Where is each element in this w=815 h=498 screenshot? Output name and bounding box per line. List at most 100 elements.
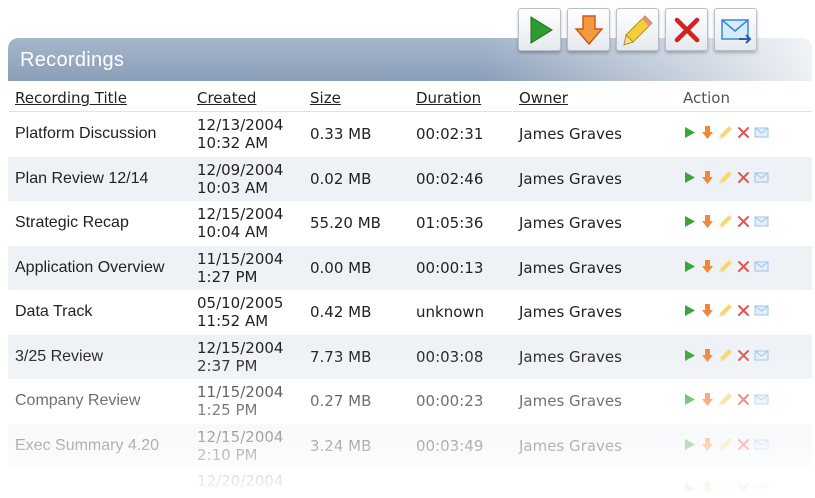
action-toolbar bbox=[518, 8, 757, 56]
recording-owner: James Graves bbox=[519, 347, 622, 366]
delete-x-icon bbox=[674, 17, 699, 42]
delete-x-icon[interactable] bbox=[736, 214, 751, 229]
play-button[interactable] bbox=[518, 8, 561, 51]
pencil-icon[interactable] bbox=[718, 437, 733, 452]
column-header-owner[interactable]: Owner bbox=[519, 89, 568, 107]
column-header-title[interactable]: Recording Title bbox=[15, 89, 127, 107]
email-icon[interactable] bbox=[754, 348, 769, 363]
table-row[interactable]: Data Track 05/10/2005 11:52 AM 0.42 MB u… bbox=[8, 290, 812, 335]
recording-title[interactable]: Company Review bbox=[15, 392, 140, 410]
column-header-action: Action bbox=[683, 89, 730, 107]
created-time: 10:32 AM bbox=[197, 134, 269, 152]
delete-button[interactable] bbox=[665, 8, 708, 51]
recording-owner: James Graves bbox=[519, 169, 622, 188]
table-header: Recording Title Created Size Duration Ow… bbox=[8, 81, 812, 112]
table-row[interactable]: Exec Summary 4.20 12/15/2004 2:10 PM 3.2… bbox=[8, 423, 812, 468]
email-icon[interactable] bbox=[754, 259, 769, 274]
table-row[interactable]: 3/25 Review 12/15/2004 2:37 PM 7.73 MB 0… bbox=[8, 334, 812, 379]
play-icon[interactable] bbox=[682, 348, 697, 363]
delete-x-icon[interactable] bbox=[736, 170, 751, 185]
email-icon[interactable] bbox=[754, 303, 769, 318]
recording-owner: James Graves bbox=[519, 303, 622, 321]
created-date: 05/10/2005 bbox=[197, 294, 284, 312]
recording-duration: 01:05:36 bbox=[416, 214, 484, 232]
download-arrow-icon bbox=[573, 14, 604, 45]
table-row[interactable]: 12/20/2004 bbox=[8, 468, 812, 498]
created-datetime: 12/15/2004 2:37 PM bbox=[197, 339, 283, 375]
email-icon[interactable] bbox=[754, 125, 769, 140]
play-icon bbox=[530, 15, 553, 44]
recordings-table: Platform Discussion 12/13/2004 10:32 AM … bbox=[8, 112, 812, 498]
recordings-panel: Recordings Recording Title Created Size … bbox=[8, 38, 812, 498]
recording-title[interactable]: Application Overview bbox=[15, 259, 164, 277]
column-header-created[interactable]: Created bbox=[197, 89, 256, 107]
recording-duration: unknown bbox=[416, 303, 485, 321]
table-row[interactable]: Application Overview 11/15/2004 1:27 PM … bbox=[8, 245, 812, 290]
created-datetime: 12/20/2004 bbox=[197, 472, 283, 490]
created-date: 12/15/2004 bbox=[197, 427, 284, 446]
play-icon[interactable] bbox=[682, 170, 697, 185]
table-row[interactable]: Platform Discussion 12/13/2004 10:32 AM … bbox=[8, 112, 812, 157]
edit-button[interactable] bbox=[616, 8, 659, 51]
email-icon[interactable] bbox=[754, 214, 769, 229]
delete-x-icon[interactable] bbox=[736, 125, 751, 140]
email-button[interactable] bbox=[714, 8, 757, 51]
recording-size: 0.27 MB bbox=[310, 392, 372, 410]
play-icon[interactable] bbox=[682, 392, 697, 407]
pencil-icon[interactable] bbox=[718, 392, 733, 407]
download-arrow-icon[interactable] bbox=[700, 348, 715, 363]
delete-x-icon[interactable] bbox=[736, 392, 751, 407]
download-arrow-icon[interactable] bbox=[700, 303, 715, 318]
table-row[interactable]: Company Review 11/15/2004 1:25 PM 0.27 M… bbox=[8, 379, 812, 424]
delete-x-icon[interactable] bbox=[736, 303, 751, 318]
play-icon[interactable] bbox=[682, 125, 697, 140]
download-button[interactable] bbox=[567, 8, 610, 51]
created-date: 12/09/2004 bbox=[197, 160, 284, 179]
table-row[interactable]: Strategic Recap 12/15/2004 10:04 AM 55.2… bbox=[8, 201, 812, 246]
recording-title[interactable]: Plan Review 12/14 bbox=[15, 170, 148, 188]
pencil-icon[interactable] bbox=[718, 259, 733, 274]
recording-title[interactable]: Platform Discussion bbox=[15, 125, 156, 143]
panel-title: Recordings bbox=[20, 49, 125, 71]
row-actions bbox=[682, 348, 769, 363]
download-arrow-icon[interactable] bbox=[700, 437, 715, 452]
play-icon[interactable] bbox=[682, 259, 697, 274]
delete-x-icon[interactable] bbox=[736, 348, 751, 363]
pencil-icon[interactable] bbox=[718, 348, 733, 363]
download-arrow-icon[interactable] bbox=[700, 170, 715, 185]
email-icon bbox=[720, 18, 751, 44]
pencil-icon[interactable] bbox=[718, 170, 733, 185]
column-header-duration[interactable]: Duration bbox=[416, 89, 481, 107]
play-icon[interactable] bbox=[682, 437, 697, 452]
recording-duration: 00:02:31 bbox=[416, 125, 484, 143]
recording-title[interactable]: Exec Summary 4.20 bbox=[15, 437, 159, 455]
pencil-icon[interactable] bbox=[718, 125, 733, 140]
email-icon[interactable] bbox=[754, 437, 769, 452]
download-arrow-icon[interactable] bbox=[700, 125, 715, 140]
recording-title[interactable]: Data Track bbox=[15, 303, 92, 321]
column-header-size[interactable]: Size bbox=[310, 89, 341, 107]
download-arrow-icon[interactable] bbox=[700, 259, 715, 274]
pencil-icon[interactable] bbox=[718, 214, 733, 229]
row-actions bbox=[682, 170, 769, 185]
play-icon[interactable] bbox=[682, 303, 697, 318]
recording-size: 3.24 MB bbox=[310, 436, 372, 455]
download-arrow-icon[interactable] bbox=[700, 392, 715, 407]
created-time: 2:37 PM bbox=[197, 356, 258, 375]
download-arrow-icon[interactable] bbox=[700, 214, 715, 229]
recording-owner: James Graves bbox=[519, 392, 622, 410]
table-row[interactable]: Plan Review 12/14 12/09/2004 10:03 AM 0.… bbox=[8, 156, 812, 201]
play-icon[interactable] bbox=[682, 214, 697, 229]
pencil-icon[interactable] bbox=[718, 303, 733, 318]
recording-size: 0.42 MB bbox=[310, 303, 372, 321]
delete-x-icon[interactable] bbox=[736, 437, 751, 452]
delete-x-icon[interactable] bbox=[736, 259, 751, 274]
email-icon[interactable] bbox=[754, 392, 769, 407]
created-date: 12/15/2004 bbox=[197, 205, 284, 223]
created-date: 12/20/2004 bbox=[197, 472, 284, 490]
recording-title[interactable]: 3/25 Review bbox=[15, 348, 103, 366]
email-icon[interactable] bbox=[754, 170, 769, 185]
recording-duration: 00:02:46 bbox=[416, 169, 484, 188]
created-time: 1:27 PM bbox=[197, 267, 258, 286]
recording-title[interactable]: Strategic Recap bbox=[15, 214, 129, 232]
